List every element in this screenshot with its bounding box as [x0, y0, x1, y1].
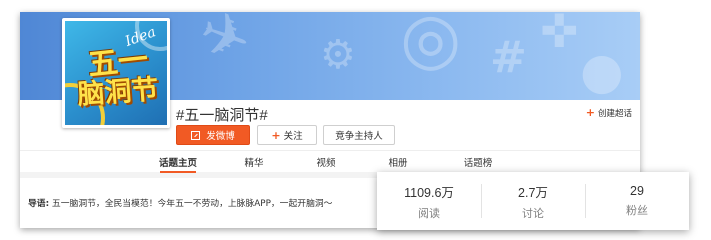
hash-decor-icon: # [490, 32, 527, 83]
plus-icon: + [271, 128, 281, 142]
ball-decor-icon: ◎ [400, 12, 462, 79]
stat-fans: 29 粉丝 [585, 172, 689, 230]
edit-icon [191, 130, 201, 140]
gear-decor-icon: ⚙ [320, 32, 356, 78]
stat-fans-value: 29 [630, 184, 644, 198]
topic-stats-panel: 1109.6万 阅读 2.7万 讨论 29 粉丝 [377, 172, 689, 230]
create-super-topic-label: 创建超话 [597, 108, 632, 119]
guide-label: 导语: [28, 199, 50, 209]
tab-topic-ranking[interactable]: 话题榜 [448, 151, 508, 173]
create-super-topic-link[interactable]: + 创建超话 [586, 106, 632, 119]
compete-host-label: 竞争主持人 [335, 131, 383, 142]
tab-album[interactable]: 相册 [368, 151, 428, 173]
topic-title: #五一脑洞节# [176, 107, 268, 124]
tab-video[interactable]: 视频 [296, 151, 356, 173]
follow-button[interactable]: + 关注 [257, 125, 317, 145]
post-weibo-button[interactable]: 发微博 [176, 125, 250, 145]
game-decor-icon: ✜ [540, 12, 579, 58]
compete-host-button[interactable]: 竞争主持人 [323, 125, 395, 145]
stat-discussions-label: 讨论 [522, 206, 544, 220]
post-weibo-label: 发微博 [206, 131, 235, 142]
stat-discussions: 2.7万 讨论 [481, 172, 585, 230]
stat-reads-value: 1109.6万 [404, 185, 454, 200]
plus-icon: + [585, 106, 595, 119]
guide-text: 五一脑洞节，全民当模范！今年五一不劳动，上脉脉APP，一起开脑洞～ [51, 199, 333, 209]
avatar-art-text: 五一 脑洞节 [76, 41, 160, 111]
stat-reads: 1109.6万 阅读 [377, 172, 481, 230]
stat-discussions-value: 2.7万 [518, 185, 548, 200]
rocket-decor-icon: ✈ [189, 12, 261, 79]
topic-avatar: Idea 五一 脑洞节 [62, 18, 170, 128]
stat-reads-label: 阅读 [418, 206, 440, 220]
follow-label: 关注 [283, 131, 303, 142]
tab-featured[interactable]: 精华 [224, 151, 284, 173]
stat-fans-label: 粉丝 [626, 204, 648, 217]
circle-decor-icon: ● [580, 42, 624, 100]
topic-tabs: 话题主页 精华 视频 相册 话题榜 [20, 150, 640, 173]
tab-topic-home[interactable]: 话题主页 [148, 151, 208, 173]
